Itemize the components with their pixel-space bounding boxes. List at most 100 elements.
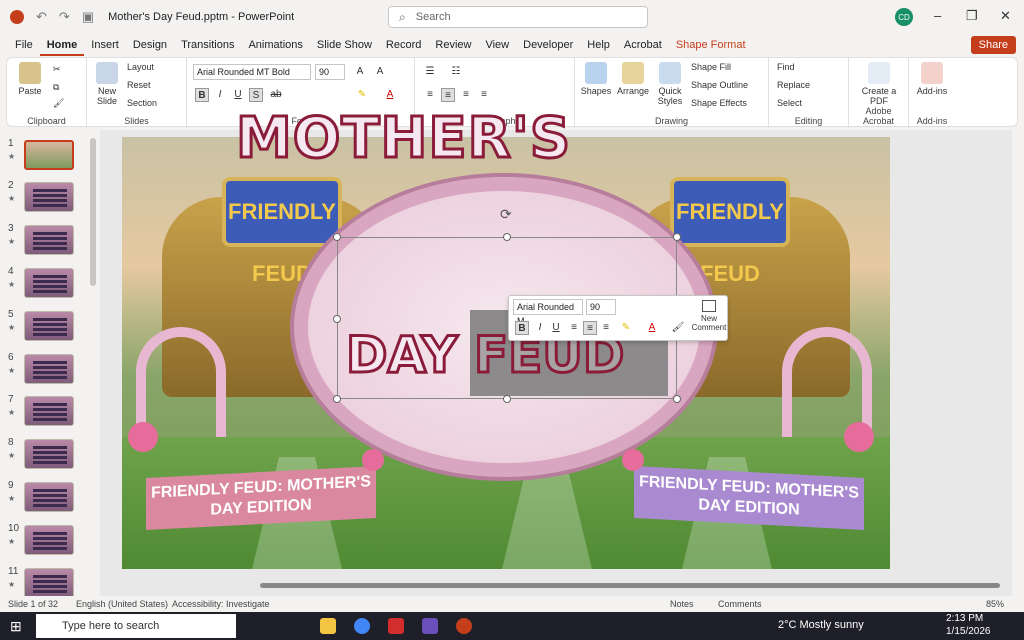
format-painter-icon[interactable]: 🖌 bbox=[53, 98, 64, 109]
tab-shape-format[interactable]: Shape Format bbox=[669, 34, 753, 56]
addins-button[interactable]: Add-ins bbox=[913, 62, 951, 96]
tab-help[interactable]: Help bbox=[580, 34, 617, 56]
font-size-select[interactable]: 90 bbox=[315, 64, 345, 80]
shadow-button[interactable]: S bbox=[249, 88, 263, 102]
office-icon[interactable] bbox=[422, 618, 438, 634]
shape-outline-button[interactable]: Shape Outline bbox=[691, 80, 748, 90]
increase-font-icon[interactable]: A bbox=[353, 65, 367, 79]
clock-date[interactable]: 1/15/2026 bbox=[946, 626, 991, 637]
new-comment-button[interactable]: New Comment bbox=[691, 300, 727, 332]
mini-size-select[interactable]: 90 bbox=[586, 299, 616, 315]
arrange-button[interactable]: Arrange bbox=[615, 62, 651, 96]
tab-animations[interactable]: Animations bbox=[241, 34, 309, 56]
create-pdf-button[interactable]: Create a PDF bbox=[857, 62, 901, 106]
find-button[interactable]: Find bbox=[777, 62, 795, 72]
strikethrough-button[interactable]: ab bbox=[269, 88, 283, 102]
thumbnail-slide-5[interactable]: 5 ★ bbox=[0, 309, 100, 349]
layout-button[interactable]: Layout bbox=[127, 62, 154, 72]
italic-button[interactable]: I bbox=[213, 88, 227, 102]
section-button[interactable]: Section bbox=[127, 98, 157, 108]
thumbnail-slide-1[interactable]: 1 ★ bbox=[0, 138, 100, 178]
thumbnail-scrollbar[interactable] bbox=[90, 138, 96, 286]
resize-handle[interactable] bbox=[333, 233, 341, 241]
redo-icon[interactable]: ↷ bbox=[59, 9, 70, 25]
decrease-font-icon[interactable]: A bbox=[373, 65, 387, 79]
new-slide-button[interactable]: New Slide bbox=[91, 62, 123, 106]
tab-design[interactable]: Design bbox=[126, 34, 174, 56]
paste-button[interactable]: Paste bbox=[13, 62, 47, 96]
clock-time[interactable]: 2:13 PM bbox=[946, 613, 983, 624]
horizontal-scrollbar[interactable] bbox=[110, 580, 1010, 590]
resize-handle[interactable] bbox=[673, 233, 681, 241]
justify-icon[interactable]: ≡ bbox=[477, 88, 491, 102]
thumbnail-slide-10[interactable]: 10 ★ bbox=[0, 523, 100, 563]
chrome-icon[interactable] bbox=[354, 618, 370, 634]
file-explorer-icon[interactable] bbox=[320, 618, 336, 634]
font-color-icon[interactable]: A bbox=[383, 88, 397, 102]
quick-styles-button[interactable]: Quick Styles bbox=[653, 62, 687, 106]
scroll-thumb[interactable] bbox=[260, 583, 1000, 588]
comments-button[interactable]: Comments bbox=[718, 599, 762, 609]
weather-text[interactable]: 2°C Mostly sunny bbox=[778, 619, 864, 631]
underline-button[interactable]: U bbox=[231, 88, 245, 102]
mini-bold-button[interactable]: B bbox=[515, 321, 529, 335]
mini-highlight-icon[interactable]: ✎ bbox=[619, 321, 633, 335]
accessibility-status[interactable]: Accessibility: Investigate bbox=[172, 599, 270, 609]
share-button[interactable]: Share bbox=[970, 36, 1016, 54]
highlight-icon[interactable]: ✎ bbox=[355, 88, 369, 102]
save-icon[interactable]: ▣ bbox=[82, 9, 94, 25]
tab-slide-show[interactable]: Slide Show bbox=[310, 34, 379, 56]
shape-effects-button[interactable]: Shape Effects bbox=[691, 98, 747, 108]
tab-acrobat[interactable]: Acrobat bbox=[617, 34, 669, 56]
numbering-icon[interactable]: ☷ bbox=[449, 65, 463, 79]
zoom-level[interactable]: 85% bbox=[986, 599, 1004, 609]
tab-insert[interactable]: Insert bbox=[84, 34, 126, 56]
replace-button[interactable]: Replace bbox=[777, 80, 810, 90]
rotate-handle-icon[interactable]: ⟳ bbox=[500, 206, 512, 223]
taskbar-search[interactable]: Type here to search bbox=[36, 614, 236, 638]
bold-button[interactable]: B bbox=[195, 88, 209, 102]
acrobat-icon[interactable] bbox=[388, 618, 404, 634]
tab-developer[interactable]: Developer bbox=[516, 34, 580, 56]
select-button[interactable]: Select bbox=[777, 98, 802, 108]
tab-transitions[interactable]: Transitions bbox=[174, 34, 241, 56]
thumbnail-slide-7[interactable]: 7 ★ bbox=[0, 394, 100, 434]
bullets-icon[interactable]: ☰ bbox=[423, 65, 437, 79]
resize-handle[interactable] bbox=[333, 315, 341, 323]
tab-record[interactable]: Record bbox=[379, 34, 428, 56]
font-family-select[interactable]: Arial Rounded MT Bold bbox=[193, 64, 311, 80]
mini-align-center-icon[interactable]: ≡ bbox=[583, 321, 597, 335]
minimize-icon[interactable]: – bbox=[934, 8, 941, 23]
copy-icon[interactable]: ⧉ bbox=[53, 82, 59, 93]
windows-start-icon[interactable]: ⊞ bbox=[10, 618, 22, 635]
close-icon[interactable]: ✕ bbox=[1000, 8, 1011, 24]
align-right-icon[interactable]: ≡ bbox=[459, 88, 473, 102]
avatar[interactable]: CD bbox=[895, 8, 913, 26]
notes-button[interactable]: Notes bbox=[670, 599, 694, 609]
shapes-button[interactable]: Shapes bbox=[579, 62, 613, 96]
mini-format-painter-icon[interactable]: 🖌 bbox=[671, 321, 685, 335]
undo-icon[interactable]: ↶ bbox=[36, 9, 47, 25]
thumbnail-slide-11[interactable]: 11 ★ bbox=[0, 566, 100, 596]
maximize-icon[interactable]: ❐ bbox=[966, 8, 978, 24]
tab-review[interactable]: Review bbox=[428, 34, 478, 56]
tab-view[interactable]: View bbox=[478, 34, 516, 56]
resize-handle[interactable] bbox=[333, 395, 341, 403]
align-left-icon[interactable]: ≡ bbox=[423, 88, 437, 102]
powerpoint-taskbar-icon[interactable] bbox=[456, 618, 472, 634]
align-center-icon[interactable]: ≡ bbox=[441, 88, 455, 102]
thumbnail-slide-2[interactable]: 2 ★ bbox=[0, 180, 100, 220]
thumbnail-slide-6[interactable]: 6 ★ bbox=[0, 352, 100, 392]
mini-font-select[interactable]: Arial Rounded M bbox=[513, 299, 583, 326]
mini-font-color-icon[interactable]: A bbox=[645, 321, 659, 335]
thumbnail-slide-8[interactable]: 8 ★ bbox=[0, 437, 100, 477]
language-indicator[interactable]: English (United States) bbox=[76, 599, 168, 609]
mini-underline-button[interactable]: U bbox=[549, 321, 563, 335]
reset-button[interactable]: Reset bbox=[127, 80, 151, 90]
tab-home[interactable]: Home bbox=[39, 34, 85, 56]
search-box[interactable]: ⌕ Search bbox=[388, 6, 648, 28]
thumbnail-slide-4[interactable]: 4 ★ bbox=[0, 266, 100, 306]
shape-fill-button[interactable]: Shape Fill bbox=[691, 62, 731, 72]
tab-file[interactable]: File bbox=[8, 34, 40, 56]
mini-align-left-icon[interactable]: ≡ bbox=[567, 321, 581, 335]
